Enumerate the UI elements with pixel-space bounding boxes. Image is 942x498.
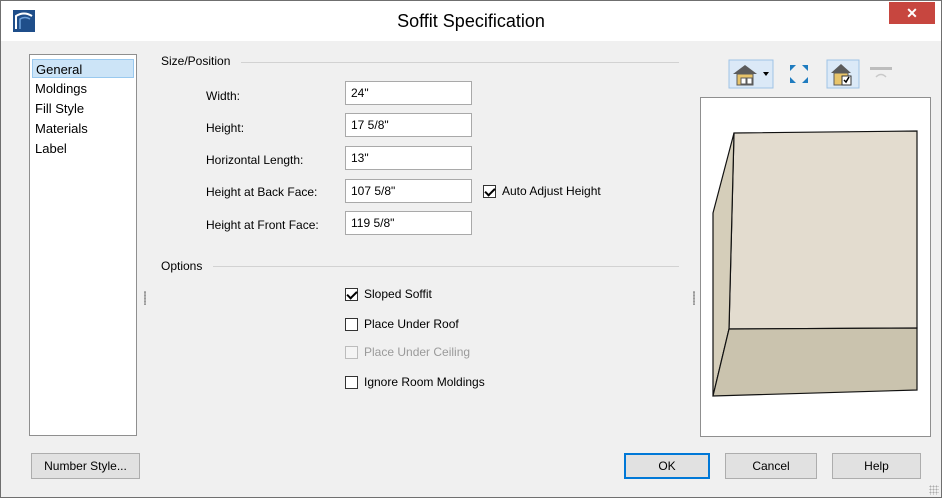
close-button[interactable]: ✕	[889, 2, 935, 24]
soffit-specification-dialog: Soffit Specification ✕ General Moldings …	[0, 0, 942, 498]
soffit-3d-preview	[712, 130, 918, 397]
ignore-room-moldings-label: Ignore Room Moldings	[364, 375, 485, 389]
fill-window-icon	[790, 65, 808, 83]
panel-list: General Moldings Fill Style Materials La…	[29, 54, 137, 436]
height-back-face-label: Height at Back Face:	[206, 185, 318, 199]
nav-item-general[interactable]: General	[32, 59, 134, 78]
place-under-ceiling-box	[345, 345, 358, 359]
splitter-left[interactable]	[144, 291, 146, 305]
cancel-button[interactable]: Cancel	[725, 453, 817, 479]
options-heading: Options	[161, 259, 203, 273]
place-under-roof-label: Place Under Roof	[364, 317, 459, 331]
height-front-face-label: Height at Front Face:	[206, 218, 319, 232]
help-button[interactable]: Help	[832, 453, 921, 479]
options-divider	[213, 266, 679, 267]
sloped-soffit-checkbox[interactable]: Sloped Soffit	[345, 285, 432, 303]
sloped-soffit-box[interactable]	[345, 287, 358, 301]
height-label: Height:	[206, 121, 245, 135]
fill-window-button[interactable]	[784, 59, 814, 89]
view-type-dropdown-icon	[728, 59, 774, 89]
auto-adjust-height-label: Auto Adjust Height	[502, 184, 601, 198]
sloped-soffit-label: Sloped Soffit	[364, 287, 432, 301]
auto-adjust-height-checkbox[interactable]: Auto Adjust Height	[483, 182, 601, 200]
splitter-right[interactable]	[693, 291, 695, 305]
nav-item-moldings[interactable]: Moldings	[32, 79, 134, 98]
ignore-room-moldings-checkbox[interactable]: Ignore Room Moldings	[345, 373, 485, 391]
width-field[interactable]	[345, 81, 472, 105]
nav-item-fill-style[interactable]: Fill Style	[32, 99, 134, 118]
height-field[interactable]	[345, 113, 472, 137]
size-position-divider	[241, 62, 679, 63]
auto-adjust-height-box[interactable]	[483, 184, 496, 198]
size-position-heading: Size/Position	[161, 54, 231, 68]
height-front-face-field[interactable]	[345, 211, 472, 235]
resize-grip[interactable]	[929, 485, 939, 495]
place-under-ceiling-checkbox: Place Under Ceiling	[345, 343, 470, 361]
view-type-dropdown-button[interactable]	[728, 59, 774, 89]
ignore-room-moldings-box[interactable]	[345, 375, 358, 389]
ok-button[interactable]: OK	[624, 453, 710, 479]
toggle-preview-icon	[826, 59, 860, 89]
width-label: Width:	[206, 89, 241, 103]
title-bar: Soffit Specification ✕	[1, 1, 941, 41]
horizontal-length-label: Horizontal Length:	[206, 153, 304, 167]
place-under-roof-checkbox[interactable]: Place Under Roof	[345, 315, 459, 333]
number-style-button[interactable]: Number Style...	[31, 453, 140, 479]
nav-item-materials[interactable]: Materials	[32, 119, 134, 138]
reset-view-button[interactable]	[866, 59, 896, 89]
height-back-face-field[interactable]	[345, 179, 472, 203]
nav-item-label[interactable]: Label	[32, 139, 134, 158]
dialog-title: Soffit Specification	[397, 11, 545, 31]
soffit-preview[interactable]	[700, 97, 931, 437]
place-under-roof-box[interactable]	[345, 317, 358, 331]
toggle-preview-button[interactable]	[826, 59, 860, 89]
reset-view-icon	[870, 67, 892, 78]
place-under-ceiling-label: Place Under Ceiling	[364, 345, 471, 359]
horizontal-length-field[interactable]	[345, 146, 472, 170]
